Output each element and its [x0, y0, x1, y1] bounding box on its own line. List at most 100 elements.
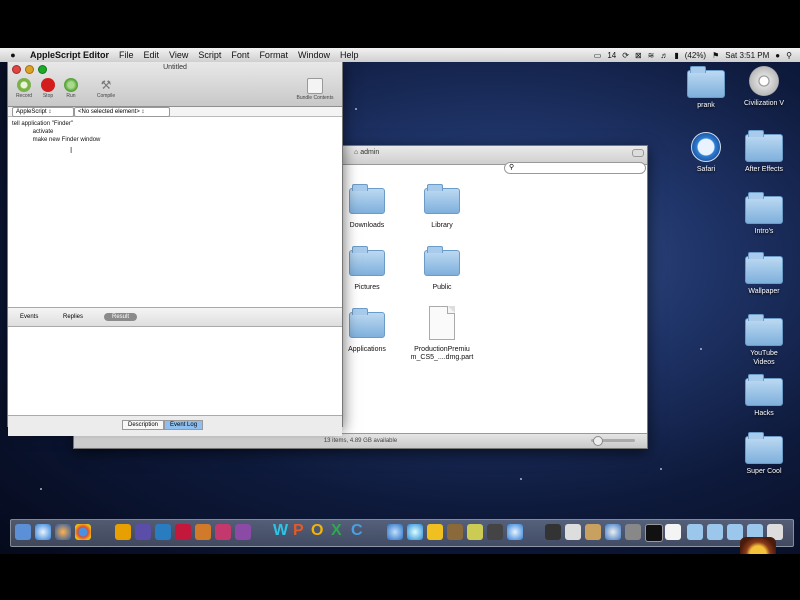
- system-preferences-dock-icon[interactable]: [605, 524, 621, 540]
- toolbar-toggle-button[interactable]: [632, 149, 644, 157]
- tab-replies[interactable]: Replies: [63, 314, 83, 320]
- star-dock-icon[interactable]: [467, 524, 483, 540]
- volume-icon[interactable]: ♬: [660, 51, 668, 60]
- chrome-dock-icon[interactable]: [75, 524, 91, 540]
- desktop-icon-youtube-videos[interactable]: YouTube Videos: [732, 314, 796, 367]
- menu-edit[interactable]: Edit: [144, 50, 160, 60]
- desktop-icon-after-effects[interactable]: After Effects: [732, 130, 796, 174]
- folder-icon: [745, 192, 783, 224]
- display-icon[interactable]: ▭: [594, 51, 602, 60]
- code-line: activate: [26, 129, 54, 135]
- flag-icon[interactable]: ⚑: [712, 51, 719, 60]
- menu-app[interactable]: AppleScript Editor: [30, 50, 109, 60]
- wifi-icon[interactable]: ≋: [648, 51, 655, 60]
- desktop-icon-label: After Effects: [745, 166, 783, 173]
- display-count: 14: [607, 50, 617, 60]
- search-icon: ⚲: [509, 164, 515, 171]
- ichat-dock-icon[interactable]: [407, 524, 423, 540]
- desktop-icon-label: prank: [697, 102, 715, 109]
- clock[interactable]: Sat 3:51 PM: [725, 51, 769, 60]
- documents-stack-icon[interactable]: [707, 524, 723, 540]
- firefox-dock-icon[interactable]: [55, 524, 71, 540]
- icon-size-slider[interactable]: [591, 436, 635, 446]
- menu-bar: ● AppleScript Editor File Edit View Scri…: [0, 48, 800, 62]
- bundle-contents-button[interactable]: Bundle Contents: [288, 78, 342, 101]
- finder-item-public[interactable]: Public: [407, 246, 477, 291]
- applications-stack-icon[interactable]: [687, 524, 703, 540]
- menu-font[interactable]: Font: [231, 50, 249, 60]
- compile-button[interactable]: ⚒ Compile: [90, 78, 122, 99]
- dvd-dock-icon[interactable]: [487, 524, 503, 540]
- desktop-icon-hacks[interactable]: Hacks: [732, 374, 796, 418]
- bridge-dock-icon[interactable]: [195, 524, 211, 540]
- textedit-dock-icon[interactable]: [665, 524, 681, 540]
- menu-help[interactable]: Help: [340, 50, 359, 60]
- photoshop-dock-icon[interactable]: [155, 524, 171, 540]
- finder-item-library[interactable]: Library: [407, 184, 477, 229]
- bottom-tabs: Description Event Log: [122, 420, 204, 430]
- menu-window[interactable]: Window: [298, 50, 330, 60]
- safari-dock-icon[interactable]: [35, 524, 51, 540]
- folder-icon: [349, 184, 385, 214]
- sync-icon[interactable]: ⟳: [622, 51, 629, 60]
- finder-dock-icon[interactable]: [15, 524, 31, 540]
- menu-file[interactable]: File: [119, 50, 134, 60]
- outlook-dock-icon[interactable]: O: [311, 522, 323, 540]
- result-pane[interactable]: [8, 327, 342, 416]
- finder-item-label: ProductionPremiu m_CS5_....dmg.part: [410, 346, 474, 361]
- element-popup[interactable]: <No selected element> ↕: [74, 107, 170, 117]
- photo-dock-icon[interactable]: [447, 524, 463, 540]
- menu-view[interactable]: View: [169, 50, 188, 60]
- desktop-icon-civilization[interactable]: Civilization V: [732, 66, 796, 108]
- bluetooth-icon[interactable]: ⊠: [635, 51, 642, 60]
- code-line: tell application "Finder": [12, 121, 73, 127]
- desktop-icon-label: Wallpaper: [748, 288, 780, 295]
- flash-dock-icon[interactable]: [175, 524, 191, 540]
- powerpoint-dock-icon[interactable]: P: [293, 522, 304, 540]
- script-editor[interactable]: tell application "Finder" activate make …: [8, 117, 342, 308]
- fireworks-dock-icon[interactable]: [115, 524, 131, 540]
- desktop-icon-prank[interactable]: prank: [674, 66, 738, 110]
- menu-extras: ▭ 14 ⟳ ⊠ ≋ ♬ ▮ (42%) ⚑ Sat 3:51 PM ● ⚲: [594, 48, 792, 62]
- terminal-dock-icon[interactable]: [645, 524, 663, 542]
- desktop-icon-safari[interactable]: Safari: [674, 132, 738, 174]
- tab-result[interactable]: Result: [104, 313, 138, 321]
- battery-icon[interactable]: ▮: [674, 51, 678, 60]
- menu-script[interactable]: Script: [198, 50, 221, 60]
- dock: W P O X C: [10, 519, 794, 547]
- desktop-icon-super-cool[interactable]: Super Cool: [732, 432, 796, 476]
- itunes-dock-icon[interactable]: [507, 524, 523, 540]
- run-label: Run: [66, 93, 76, 99]
- language-popup[interactable]: AppleScript ↕: [12, 107, 74, 117]
- script-editor-dock-icon[interactable]: [565, 524, 581, 540]
- apple-menu-icon[interactable]: ●: [6, 50, 20, 60]
- excel-dock-icon[interactable]: X: [331, 522, 342, 540]
- downloads-stack-icon[interactable]: [727, 524, 743, 540]
- indesign-dock-icon[interactable]: [215, 524, 231, 540]
- tab-events[interactable]: Events: [20, 314, 38, 320]
- run-button[interactable]: Run: [55, 78, 87, 99]
- app-store-dock-icon[interactable]: [387, 524, 403, 540]
- preview-dock-icon[interactable]: [585, 524, 601, 540]
- desktop-icon-wallpaper[interactable]: Wallpaper: [732, 252, 796, 296]
- watermark-logo-icon: [740, 537, 776, 554]
- editor-titlebar[interactable]: Untitled Record Stop Run ⚒ Compile Bundl…: [8, 62, 342, 107]
- finder-search-field[interactable]: ⚲: [504, 162, 646, 174]
- communicator-dock-icon[interactable]: C: [351, 522, 363, 540]
- finder-item-label: Library: [431, 222, 453, 229]
- desktop-icon-intros[interactable]: Intro's: [732, 192, 796, 236]
- slider-knob[interactable]: [593, 436, 603, 446]
- word-dock-icon[interactable]: W: [273, 522, 288, 540]
- utility-dock-icon[interactable]: [625, 524, 641, 540]
- premiere-dock-icon[interactable]: [235, 524, 251, 540]
- user-icon[interactable]: ●: [775, 51, 780, 60]
- automator-dock-icon[interactable]: [545, 524, 561, 540]
- tab-description[interactable]: Description: [122, 420, 165, 430]
- after-effects-dock-icon[interactable]: [135, 524, 151, 540]
- star: [700, 348, 702, 350]
- spotlight-icon[interactable]: ⚲: [786, 51, 792, 60]
- tab-event-log[interactable]: Event Log: [164, 420, 204, 430]
- stickies-dock-icon[interactable]: [427, 524, 443, 540]
- finder-item-production-premium[interactable]: ProductionPremiu m_CS5_....dmg.part: [407, 306, 477, 362]
- menu-format[interactable]: Format: [259, 50, 288, 60]
